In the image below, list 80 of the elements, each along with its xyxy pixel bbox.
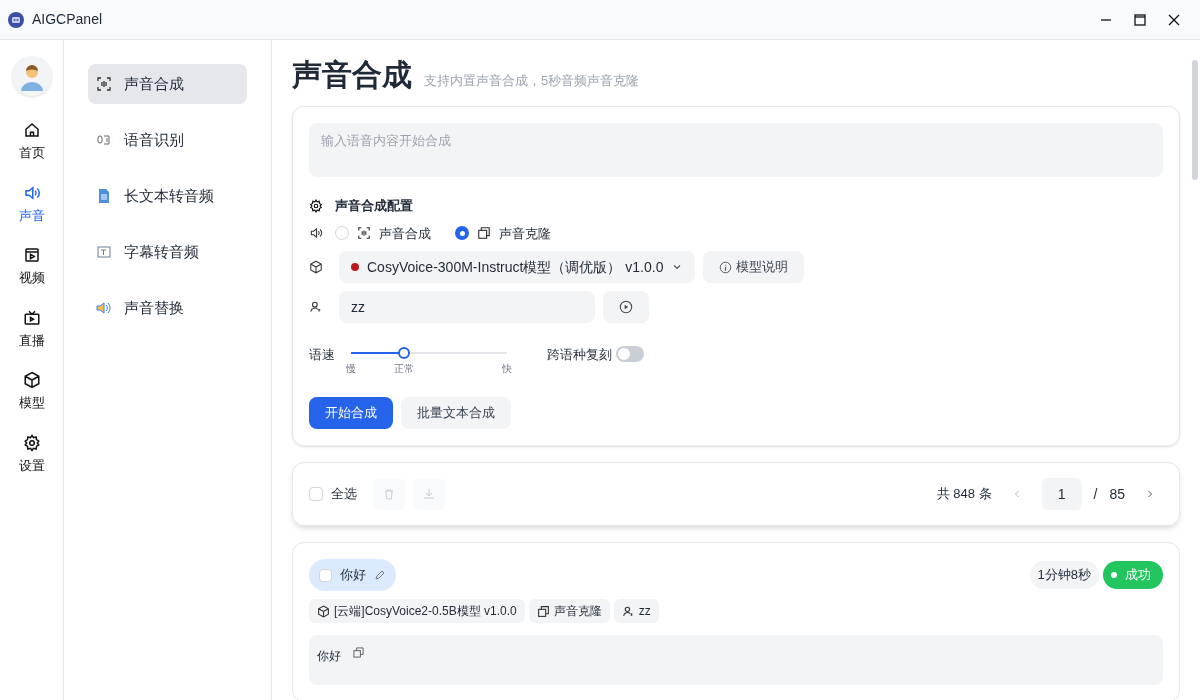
- rail-item[interactable]: 直播: [18, 308, 45, 350]
- play-button[interactable]: [603, 291, 649, 323]
- slider-mark-label: 慢: [346, 362, 356, 376]
- slider-mark-label: 快: [502, 362, 512, 376]
- home-icon: [22, 121, 41, 139]
- edit-icon[interactable]: [374, 569, 386, 581]
- next-page-button[interactable]: [1145, 489, 1155, 499]
- copy-icon: [536, 604, 550, 618]
- cross-lingual-label: 跨语种复刻: [547, 346, 612, 364]
- info-icon: [719, 260, 733, 274]
- cube-icon: [309, 260, 323, 274]
- subnav-item[interactable]: 长文本转音频: [88, 176, 247, 216]
- tag: 声音克隆: [528, 599, 610, 623]
- text-box-icon: [96, 244, 112, 260]
- cube-icon: [317, 604, 330, 618]
- cube-icon: [22, 371, 41, 389]
- avatar[interactable]: [11, 56, 52, 96]
- user-icon: [309, 300, 323, 314]
- subnav-item[interactable]: 声音替换: [88, 288, 247, 328]
- page-separator: /: [1093, 484, 1098, 504]
- start-synthesis-button[interactable]: 开始合成: [309, 397, 393, 429]
- speed-label: 语速: [309, 346, 335, 364]
- rail-item[interactable]: 设置: [18, 433, 45, 475]
- subnav-item[interactable]: 字幕转音频: [88, 232, 247, 272]
- model-select[interactable]: CosyVoice-300M-Instruct模型（调优版） v1.0.0: [339, 251, 696, 283]
- checkbox[interactable]: [319, 568, 332, 582]
- text-input-field[interactable]: 输入语音内容开始合成: [309, 123, 1163, 177]
- model-info-button[interactable]: 模型说明: [703, 251, 805, 283]
- app-logo-icon: [8, 11, 24, 28]
- download-icon: [423, 488, 435, 500]
- voice-select[interactable]: zz: [339, 291, 595, 323]
- maximize-icon[interactable]: [1134, 13, 1146, 26]
- settings-icon: [309, 198, 323, 213]
- batch-synthesis-button[interactable]: 批量文本合成: [401, 397, 511, 429]
- chevron-right-icon: [1145, 489, 1155, 499]
- close-icon[interactable]: [1168, 13, 1180, 26]
- record-title: 你好: [340, 566, 366, 585]
- speaker-icon: [22, 183, 41, 202]
- document-icon: [96, 188, 112, 204]
- checkbox[interactable]: [309, 487, 323, 501]
- window-title: AIGCPanel: [32, 10, 103, 29]
- speed-slider[interactable]: [351, 347, 507, 359]
- radio-option[interactable]: 声音合成: [335, 223, 431, 243]
- page-title: 声音合成: [292, 60, 412, 90]
- loudspeaker-icon: [96, 300, 112, 316]
- page-input[interactable]: 1: [1041, 478, 1082, 510]
- select-all-label: 全选: [331, 485, 357, 504]
- user-icon: [621, 604, 635, 618]
- page-count: 85: [1109, 484, 1125, 504]
- scan-icon: [357, 226, 371, 241]
- page-subtitle: 支持内置声音合成，5秒音频声音克隆: [424, 71, 640, 90]
- rail-item[interactable]: 模型: [18, 371, 45, 413]
- config-title: 声音合成配置: [335, 197, 413, 215]
- status-badge: 成功: [1103, 561, 1163, 589]
- trash-icon: [383, 488, 395, 500]
- slider-thumb[interactable]: [398, 347, 411, 359]
- copy-icon: [477, 226, 491, 241]
- scan-icon: [96, 76, 112, 92]
- duration-label: 1分钟8秒: [1029, 561, 1099, 589]
- copy-icon[interactable]: [353, 647, 364, 658]
- tag: [云端]CosyVoice2-0.5B模型 v1.0.0: [309, 599, 525, 623]
- settings-icon: [22, 433, 41, 452]
- record-text: 你好: [317, 648, 341, 665]
- speaker-icon: [309, 226, 323, 241]
- radio-option[interactable]: 声音克隆: [455, 223, 551, 243]
- video-icon: [22, 246, 41, 264]
- slider-mark-label: 正常: [394, 362, 415, 376]
- subnav-item[interactable]: 声音合成: [88, 64, 247, 104]
- model-name: CosyVoice-300M-Instruct模型（调优版） v1.0.0: [367, 257, 664, 277]
- subnav-item[interactable]: 语音识别: [88, 120, 247, 160]
- cross-lingual-toggle[interactable]: [616, 346, 644, 362]
- total-count: 共 848 条: [936, 485, 992, 504]
- tv-icon: [22, 308, 41, 327]
- scrollbar[interactable]: [1192, 60, 1198, 180]
- rail-item[interactable]: 首页: [18, 121, 45, 163]
- play-icon: [619, 300, 633, 314]
- rail-item[interactable]: 视频: [18, 246, 45, 288]
- tag: zz: [613, 599, 659, 623]
- radio-button[interactable]: [455, 226, 469, 241]
- rail-item[interactable]: 声音: [18, 183, 45, 225]
